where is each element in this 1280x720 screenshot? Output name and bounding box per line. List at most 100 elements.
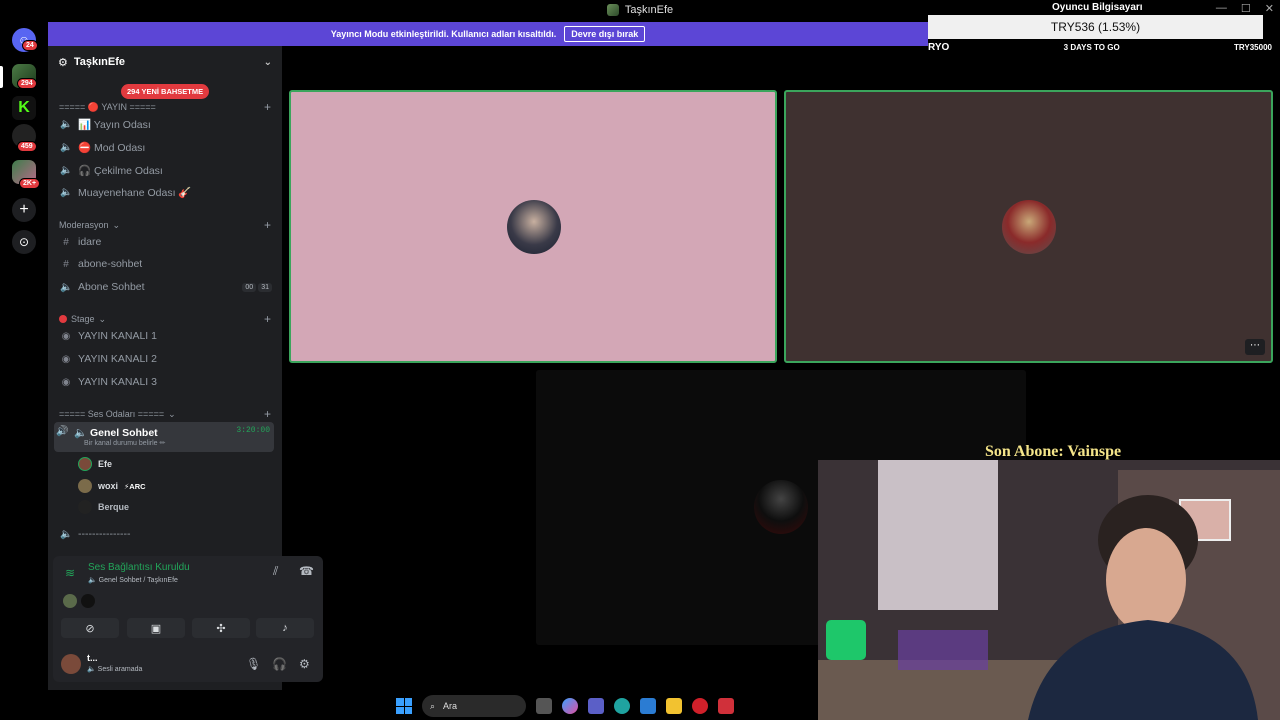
add-channel-icon[interactable]: + <box>264 407 271 421</box>
category-yayin[interactable]: ===== 🔴 YAYIN ===== + <box>59 100 271 114</box>
copilot-icon[interactable] <box>562 698 578 714</box>
chevron-down-icon: ⌄ <box>98 313 107 324</box>
add-channel-icon[interactable]: + <box>264 100 271 114</box>
channel-yayin-kanali-1[interactable]: ◉ YAYIN KANALI 1 <box>58 326 272 346</box>
avatar <box>63 594 77 608</box>
webcam-scene <box>818 460 1280 720</box>
channel-idare[interactable]: # idare <box>58 232 272 252</box>
player-pc-label: Oyuncu Bilgisayarı <box>1052 2 1143 13</box>
avatar[interactable] <box>61 654 81 674</box>
notice-text: Yayıncı Modu etkinleştirildi. Kullanıcı … <box>330 29 557 39</box>
user-limit-counter: 00 31 <box>242 282 272 292</box>
voice-channel-path[interactable]: 🔈 Genel Sohbet / TaşkınEfe <box>88 576 178 584</box>
add-channel-icon[interactable]: + <box>264 312 271 326</box>
voice-member[interactable]: woxi ⚡ARC <box>78 479 146 493</box>
add-channel-icon[interactable]: + <box>264 218 271 232</box>
windows-start-icon[interactable] <box>396 698 412 714</box>
voice-status[interactable]: Ses Bağlantısı Kuruldu <box>88 562 190 573</box>
guild-header[interactable]: ⚙ TaşkınEfe ⌄ <box>48 46 282 78</box>
camera-off-icon: ⊘ <box>85 622 95 635</box>
avatar <box>78 500 92 514</box>
avatar <box>78 479 92 493</box>
window-title: TaşkınEfe <box>624 4 674 16</box>
dm-badge: 24 <box>22 40 38 51</box>
channel-mod-odasi[interactable]: 🔈 ⛔ Mod Odası <box>58 137 272 157</box>
more-options-icon[interactable]: ⋯ <box>1245 339 1265 355</box>
last-subscriber-label: Son Abone: Vainspe <box>985 443 1122 460</box>
speaker-icon: 🔊 <box>56 426 69 437</box>
donation-goal-progress: TRY536 (1.53%) <box>928 15 1263 39</box>
server-rail: ☺ 24 294 K 459 2K+ + ⊙ <box>0 20 48 690</box>
taskbar-search[interactable]: ⌕ Ara <box>422 695 526 717</box>
channel-yayin-odasi[interactable]: 🔈 📊 Yayın Odası <box>58 114 272 134</box>
chevron-down-icon[interactable]: ⌄ <box>264 57 272 68</box>
category-moderasyon[interactable]: Moderasyon ⌄ + <box>59 218 271 232</box>
donation-goal-info: RYO 3 DAYS TO GO TRY35000 <box>928 41 1272 53</box>
camera-button[interactable]: ⊘ <box>61 618 119 638</box>
channel-genel-sohbet[interactable]: 🔊 🔈 Genel Sohbet 3:20:00 Bir kanal durum… <box>54 422 274 452</box>
disable-streamer-mode-button[interactable]: Devre dışı bırak <box>564 26 646 42</box>
speaker-icon: 🔈 <box>60 141 73 153</box>
store-icon[interactable] <box>640 698 656 714</box>
avatar <box>78 457 92 471</box>
guild-name: TaşkınEfe <box>73 56 126 68</box>
call-timer: 3:20:00 <box>236 426 270 435</box>
edge-icon[interactable] <box>614 698 630 714</box>
channel-dashes[interactable]: 🔈 --------------- <box>58 524 272 544</box>
new-mentions-pill[interactable]: 294 YENİ BAHSETME <box>121 84 210 99</box>
video-tile[interactable] <box>289 90 777 363</box>
signal-icon: ≋ <box>65 566 76 580</box>
maximize-button[interactable]: ☐ <box>1241 2 1251 15</box>
screen-share-button[interactable]: ▣ <box>127 618 185 638</box>
opera-icon[interactable] <box>692 698 708 714</box>
activities-button[interactable]: ✣ <box>192 618 250 638</box>
minimize-button[interactable]: — <box>1216 2 1227 15</box>
category-stage[interactable]: Stage ⌄ + <box>59 312 271 326</box>
screen-share-icon: ▣ <box>150 622 162 635</box>
channel-status[interactable]: Bir kanal durumu belirle ✏ <box>84 439 165 447</box>
avatar <box>507 200 561 254</box>
red-circle-icon <box>59 315 67 323</box>
speaker-icon: 🔈 <box>60 118 73 130</box>
channel-abone-sohbet-voice[interactable]: 🔈 Abone Sohbet 00 31 <box>58 277 272 297</box>
channel-yayin-kanali-2[interactable]: ◉ YAYIN KANALI 2 <box>58 349 272 369</box>
video-tile[interactable]: ⋯ <box>784 90 1273 363</box>
stage-icon: ◉ <box>61 330 71 342</box>
close-button[interactable]: ✕ <box>1265 2 1274 15</box>
disconnect-icon[interactable]: ☎ <box>299 564 314 578</box>
speaker-icon: 🔈 <box>60 164 73 176</box>
user-name: t... <box>87 653 98 663</box>
app-title: TaşkınEfe <box>606 4 674 16</box>
speaker-icon: 🔈 <box>60 528 73 540</box>
server-badge: 459 <box>17 141 37 152</box>
soundboard-button[interactable]: ♪ <box>256 618 314 638</box>
microphone-icon[interactable]: 🎙 <box>246 657 261 671</box>
teams-icon[interactable] <box>588 698 604 714</box>
channel-cekilme-odasi[interactable]: 🔈 🎧 Çekilme Odası <box>58 160 272 180</box>
file-explorer-icon[interactable] <box>666 698 682 714</box>
wps-icon[interactable] <box>718 698 734 714</box>
channel-abone-sohbet-text[interactable]: # abone-sohbet <box>58 254 272 274</box>
avatar <box>1002 200 1056 254</box>
explore-servers-button[interactable]: ⊙ <box>12 230 36 254</box>
server-kick[interactable]: K <box>12 96 36 120</box>
webcam-feed <box>818 460 1280 720</box>
speaker-icon: 🔈 <box>60 281 73 293</box>
task-view-icon[interactable] <box>536 698 552 714</box>
hash-icon: # <box>63 236 69 248</box>
settings-gear-icon[interactable]: ⚙ <box>299 657 310 671</box>
channel-muayenehane[interactable]: 🔈 Muayenehane Odası 🎸 <box>58 182 272 202</box>
add-server-button[interactable]: + <box>12 198 36 222</box>
chevron-down-icon: ⌄ <box>168 408 176 419</box>
server-badge: 2K+ <box>19 178 41 189</box>
stage-icon: ◉ <box>61 376 71 388</box>
category-ses-odalari[interactable]: ===== Ses Odaları ===== ⌄ + <box>59 407 271 421</box>
headphones-icon[interactable]: 🎧 <box>272 657 287 671</box>
voice-member[interactable]: Efe <box>78 457 112 471</box>
noise-suppression-icon[interactable]: ⫽ <box>273 564 278 579</box>
hash-icon: # <box>63 258 69 270</box>
chevron-down-icon: ⌄ <box>112 219 121 230</box>
avatar <box>754 480 808 534</box>
channel-yayin-kanali-3[interactable]: ◉ YAYIN KANALI 3 <box>58 372 272 392</box>
voice-member[interactable]: Berque <box>78 500 129 514</box>
